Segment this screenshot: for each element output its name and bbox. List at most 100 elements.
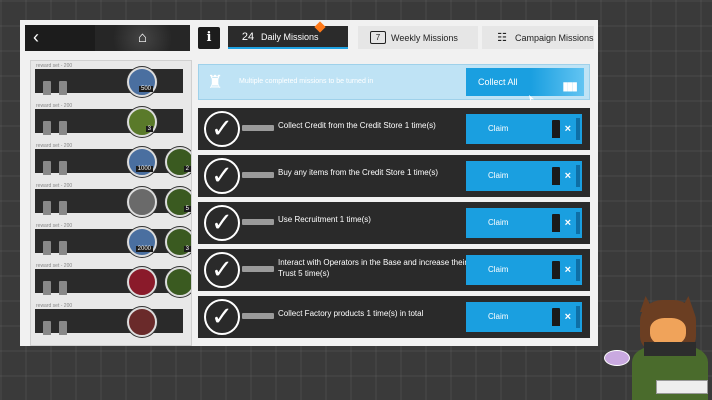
checkmark-icon: ✓ bbox=[204, 205, 240, 241]
streamer-mascot bbox=[596, 296, 712, 400]
reward-quantity: 3 bbox=[183, 246, 191, 252]
mascot-mouse bbox=[604, 350, 630, 366]
mission-row: ✓ Collect Factory products 1 time(s) in t… bbox=[198, 296, 590, 338]
home-button[interactable]: ⌂ bbox=[95, 25, 190, 51]
pillar-icon bbox=[43, 201, 51, 215]
reward-track: reward set - 200 500 reward set - 200 3 rewa… bbox=[30, 60, 192, 346]
reward-quantity: 5 bbox=[183, 206, 191, 212]
tab-label: Weekly Missions bbox=[391, 32, 458, 43]
mission-tag bbox=[242, 313, 274, 319]
pillar-icon bbox=[43, 241, 51, 255]
reward-quantity: 3 bbox=[145, 126, 153, 132]
reward-item-icon[interactable] bbox=[127, 267, 157, 297]
collect-all-button[interactable]: Collect All ▮▮▮ bbox=[466, 68, 584, 96]
multiply-icon: × bbox=[564, 123, 571, 135]
reward-bar bbox=[35, 69, 183, 95]
reward-item-icon[interactable]: 2 bbox=[165, 147, 191, 177]
hierarchy-icon: ☷ bbox=[497, 32, 507, 44]
reward-row: reward set - 200 5 bbox=[31, 181, 191, 221]
reward-row: reward set - 200 2000 3 bbox=[31, 221, 191, 261]
resource-icon bbox=[552, 214, 560, 232]
claim-label: Claim bbox=[488, 312, 509, 321]
pillar-icon bbox=[43, 161, 51, 175]
mascot-keyboard bbox=[656, 380, 708, 394]
reward-quantity: 1000 bbox=[135, 166, 153, 172]
banner-text: Multiple completed missions to be turned… bbox=[239, 78, 374, 85]
mission-row: ✓ Collect Credit from the Credit Store 1 … bbox=[198, 108, 590, 150]
multiply-icon: × bbox=[564, 217, 571, 229]
reward-bar bbox=[35, 149, 183, 175]
claim-button[interactable]: Claim × bbox=[466, 114, 582, 144]
reward-bar bbox=[35, 269, 183, 295]
reward-bar bbox=[35, 309, 183, 335]
claim-button[interactable]: Claim × bbox=[466, 302, 582, 332]
button-edge bbox=[576, 212, 580, 234]
mission-tag bbox=[242, 219, 274, 225]
mission-description: Interact with Operators in the Base and … bbox=[278, 258, 467, 278]
multiply-icon: × bbox=[564, 311, 571, 323]
multiply-icon: × bbox=[564, 170, 571, 182]
pillar-icon bbox=[43, 121, 51, 135]
pillar-icon bbox=[59, 161, 67, 175]
mission-description: Buy any items from the Credit Store 1 ti… bbox=[278, 168, 439, 177]
checkmark-icon: ✓ bbox=[204, 252, 240, 288]
button-edge bbox=[576, 118, 580, 140]
tab-weekly-missions[interactable]: 7 Weekly Missions bbox=[358, 26, 478, 49]
top-bar: ‹ ⌂ i 24 Daily Missions 7 Weekly Mission… bbox=[20, 20, 598, 54]
reward-item-icon[interactable] bbox=[127, 307, 157, 337]
back-button[interactable]: ‹ bbox=[25, 25, 95, 51]
resource-icon bbox=[552, 120, 560, 138]
pillar-icon bbox=[43, 281, 51, 295]
pillar-icon bbox=[59, 201, 67, 215]
pillar-icon bbox=[59, 281, 67, 295]
reward-item-icon[interactable]: 3 bbox=[165, 227, 191, 257]
chevron-left-icon: ‹ bbox=[33, 27, 39, 47]
reward-item-icon[interactable] bbox=[127, 187, 157, 217]
resource-icon bbox=[552, 261, 560, 279]
home-icon: ⌂ bbox=[137, 29, 148, 46]
mouse-cursor-icon bbox=[529, 95, 534, 102]
collect-banner: ♜ Multiple completed missions to be turn… bbox=[198, 64, 590, 102]
tab-daily-missions[interactable]: 24 Daily Missions bbox=[228, 26, 348, 49]
button-edge bbox=[576, 306, 580, 328]
reward-item-icon[interactable]: 1000 bbox=[127, 147, 157, 177]
mission-row: ✓ Use Recruitment 1 time(s) Claim × bbox=[198, 202, 590, 244]
reward-bar bbox=[35, 229, 183, 255]
reward-row: reward set - 200 bbox=[31, 301, 191, 341]
claim-button[interactable]: Claim × bbox=[466, 161, 582, 191]
mission-row: ✓ Interact with Operators in the Base and… bbox=[198, 249, 590, 291]
reward-bar bbox=[35, 109, 183, 135]
tab-label: Campaign Missions bbox=[515, 32, 594, 43]
pillar-icon bbox=[59, 241, 67, 255]
reward-item-icon[interactable] bbox=[165, 267, 191, 297]
daily-clock-icon: 24 bbox=[241, 30, 255, 43]
reward-row: reward set - 200 500 bbox=[31, 61, 191, 101]
mission-description: Collect Credit from the Credit Store 1 t… bbox=[278, 121, 436, 130]
pillar-icon bbox=[59, 81, 67, 95]
reward-row: reward set - 200 1000 2 bbox=[31, 141, 191, 181]
pillar-icon bbox=[43, 81, 51, 95]
claim-label: Claim bbox=[488, 171, 509, 180]
multiply-icon: × bbox=[564, 264, 571, 276]
resource-icon bbox=[552, 308, 560, 326]
pillar-icon bbox=[43, 321, 51, 335]
checkmark-icon: ✓ bbox=[204, 158, 240, 194]
reward-item-icon[interactable]: 3 bbox=[127, 107, 157, 137]
mission-tag bbox=[242, 125, 274, 131]
stacks-icon: ▮▮▮ bbox=[562, 79, 578, 93]
reward-row: reward set - 200 bbox=[31, 261, 191, 301]
button-edge bbox=[576, 165, 580, 187]
reward-item-icon[interactable]: 500 bbox=[127, 67, 157, 97]
mission-description: Use Recruitment 1 time(s) bbox=[278, 215, 371, 224]
calendar-icon: 7 bbox=[370, 31, 386, 44]
claim-button[interactable]: Claim × bbox=[466, 255, 582, 285]
claim-button[interactable]: Claim × bbox=[466, 208, 582, 238]
mission-description: Collect Factory products 1 time(s) in to… bbox=[278, 309, 424, 318]
claim-label: Claim bbox=[488, 265, 509, 274]
reward-item-icon[interactable]: 2000 bbox=[127, 227, 157, 257]
reward-item-icon[interactable]: 5 bbox=[165, 187, 191, 217]
mission-tag bbox=[242, 266, 274, 272]
checkmark-icon: ✓ bbox=[204, 111, 240, 147]
info-button[interactable]: i bbox=[198, 27, 220, 49]
tab-campaign-missions[interactable]: ☷ Campaign Missions bbox=[482, 26, 594, 49]
